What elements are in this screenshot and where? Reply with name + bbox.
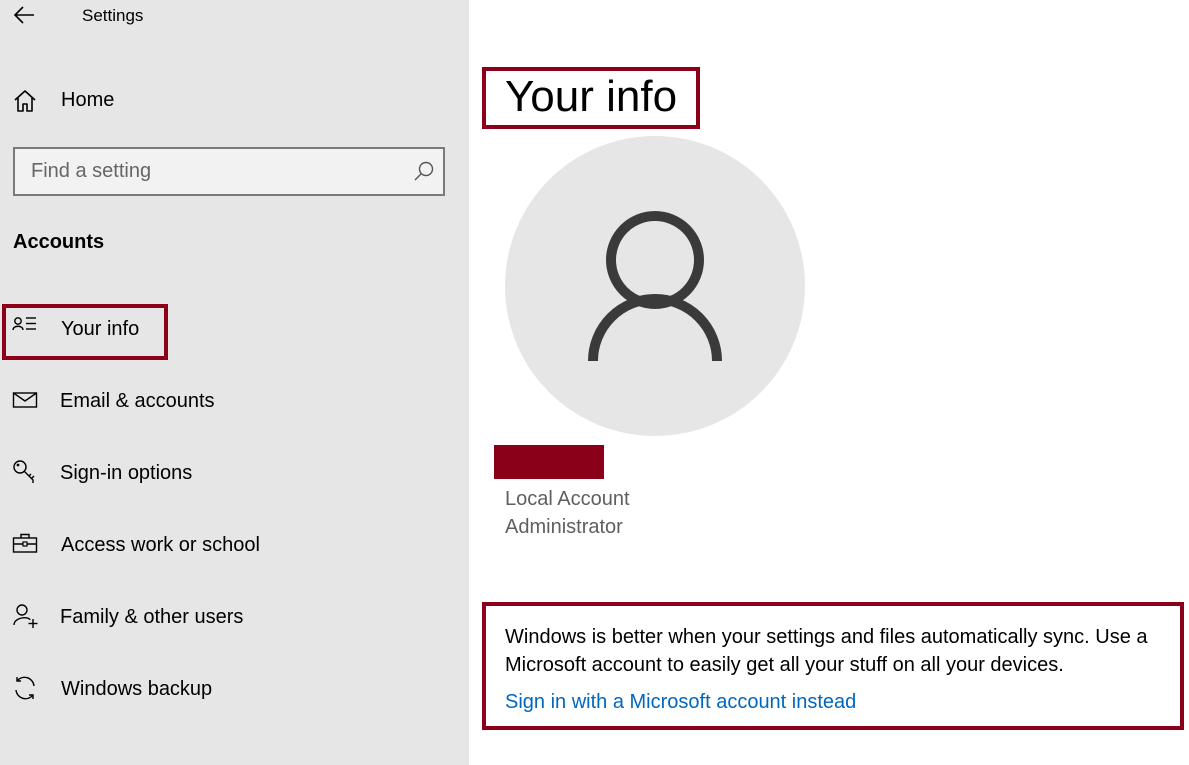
nav-home-label: Home	[61, 89, 115, 111]
search-box[interactable]	[13, 147, 445, 196]
home-icon	[14, 90, 36, 112]
nav-sign-in-options-label: Sign-in options	[60, 462, 193, 484]
nav-sign-in-options[interactable]: Sign-in options	[0, 450, 469, 496]
back-button[interactable]	[12, 3, 38, 27]
nav-windows-backup-label: Windows backup	[61, 678, 213, 700]
sync-icon	[15, 676, 35, 700]
nav-family-other-users-label: Family & other users	[60, 606, 244, 628]
nav-home[interactable]: Home	[0, 77, 469, 123]
account-type: Local Account	[505, 488, 630, 510]
nav-family-other-users[interactable]: Family & other users	[0, 594, 469, 640]
search-input[interactable]	[15, 149, 405, 194]
section-heading-accounts: Accounts	[13, 231, 105, 253]
title-bar: Settings	[0, 0, 469, 34]
highlight-box-promo	[482, 602, 1184, 730]
nav-windows-backup[interactable]: Windows backup	[0, 666, 469, 712]
nav-access-work-school[interactable]: Access work or school	[0, 522, 469, 568]
nav-access-work-school-label: Access work or school	[61, 534, 260, 556]
redacted-user-name	[494, 445, 604, 479]
search-icon[interactable]	[413, 160, 435, 182]
highlight-box-your-info	[2, 304, 168, 360]
account-role: Administrator	[505, 516, 623, 538]
key-icon	[13, 460, 35, 483]
briefcase-icon	[12, 533, 38, 553]
app-title: Settings	[82, 6, 144, 25]
sidebar: Settings Home Accounts Your info Ema	[0, 0, 469, 765]
highlight-box-title	[482, 67, 700, 129]
nav-email-accounts-label: Email & accounts	[60, 390, 215, 412]
person-icon	[588, 211, 722, 362]
nav-email-accounts[interactable]: Email & accounts	[0, 378, 469, 424]
back-arrow-icon	[13, 6, 34, 24]
avatar[interactable]	[505, 136, 805, 436]
mail-icon	[12, 392, 38, 408]
add-person-icon	[13, 604, 38, 628]
